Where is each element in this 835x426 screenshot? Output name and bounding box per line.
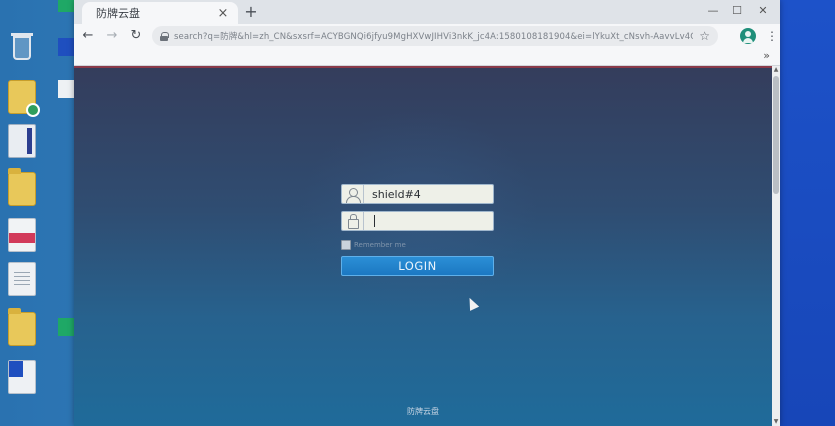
lock-icon <box>160 31 169 41</box>
minimize-button[interactable]: — <box>704 3 722 19</box>
tab-active[interactable]: 防牌云盘 × <box>82 2 238 24</box>
document-file-icon[interactable] <box>8 262 36 296</box>
username-value[interactable]: shield#4 <box>364 188 421 201</box>
new-tab-button[interactable]: + <box>242 3 260 21</box>
padlock-icon <box>342 212 364 230</box>
scroll-thumb[interactable] <box>773 76 779 194</box>
book-file-icon[interactable] <box>8 124 36 158</box>
bookmarks-more-icon[interactable]: » <box>763 49 770 62</box>
profile-avatar-icon[interactable] <box>740 28 756 44</box>
remember-me-label: Remember me <box>354 241 406 249</box>
forward-button[interactable]: → <box>102 26 122 46</box>
title-bar: 防牌云盘 × + — ☐ ✕ <box>74 0 780 24</box>
bookmarks-bar: » <box>74 48 780 66</box>
reload-button[interactable]: ↻ <box>126 26 146 46</box>
password-field[interactable] <box>341 211 494 231</box>
partial-icon-edge <box>58 38 74 56</box>
page-footer: 防牌云盘 <box>407 407 439 416</box>
partial-icon-edge <box>58 80 74 98</box>
star-icon[interactable]: ☆ <box>699 29 710 43</box>
text-caret <box>374 215 375 227</box>
recycle-bin-icon[interactable] <box>8 30 36 64</box>
close-window-button[interactable]: ✕ <box>754 3 772 19</box>
tab-close-icon[interactable]: × <box>216 6 230 21</box>
scroll-up-icon[interactable]: ▲ <box>772 66 780 74</box>
back-button[interactable]: ← <box>78 26 98 46</box>
scroll-down-icon[interactable]: ▼ <box>772 418 780 426</box>
presentation-file-icon[interactable] <box>8 218 36 252</box>
remember-me-option[interactable]: Remember me <box>341 240 406 250</box>
maximize-button[interactable]: ☐ <box>728 3 746 19</box>
folder-icon-2[interactable] <box>8 308 36 346</box>
user-folder-icon[interactable] <box>8 80 40 117</box>
browser-toolbar: ← → ↻ search?q=防牌&hl=zh_CN&sxsrf=ACYBGNQ… <box>74 24 780 48</box>
desktop-right-area <box>780 0 835 426</box>
partial-icon-edge <box>58 318 74 336</box>
tab-title: 防牌云盘 <box>96 7 140 20</box>
address-bar[interactable]: search?q=防牌&hl=zh_CN&sxsrf=ACYBGNQi6jfyu… <box>152 26 718 46</box>
remember-me-checkbox[interactable] <box>341 240 351 250</box>
partial-icon-edge <box>58 0 74 12</box>
word-file-icon[interactable] <box>8 360 36 394</box>
menu-dots-icon[interactable]: ⋮ <box>766 29 778 43</box>
login-button[interactable]: LOGIN <box>341 256 494 276</box>
page-scrollbar[interactable]: ▲ ▼ <box>772 66 780 426</box>
browser-window: 防牌云盘 × + — ☐ ✕ ← → ↻ search?q=防牌&hl=zh_C… <box>74 0 780 426</box>
username-field[interactable]: shield#4 <box>341 184 494 204</box>
user-icon <box>342 185 364 203</box>
folder-icon[interactable] <box>8 168 36 206</box>
url-text[interactable]: search?q=防牌&hl=zh_CN&sxsrf=ACYBGNQi6jfyu… <box>174 30 693 42</box>
page-content: shield#4 Remember me LOGIN 防牌云盘 <box>74 66 772 426</box>
